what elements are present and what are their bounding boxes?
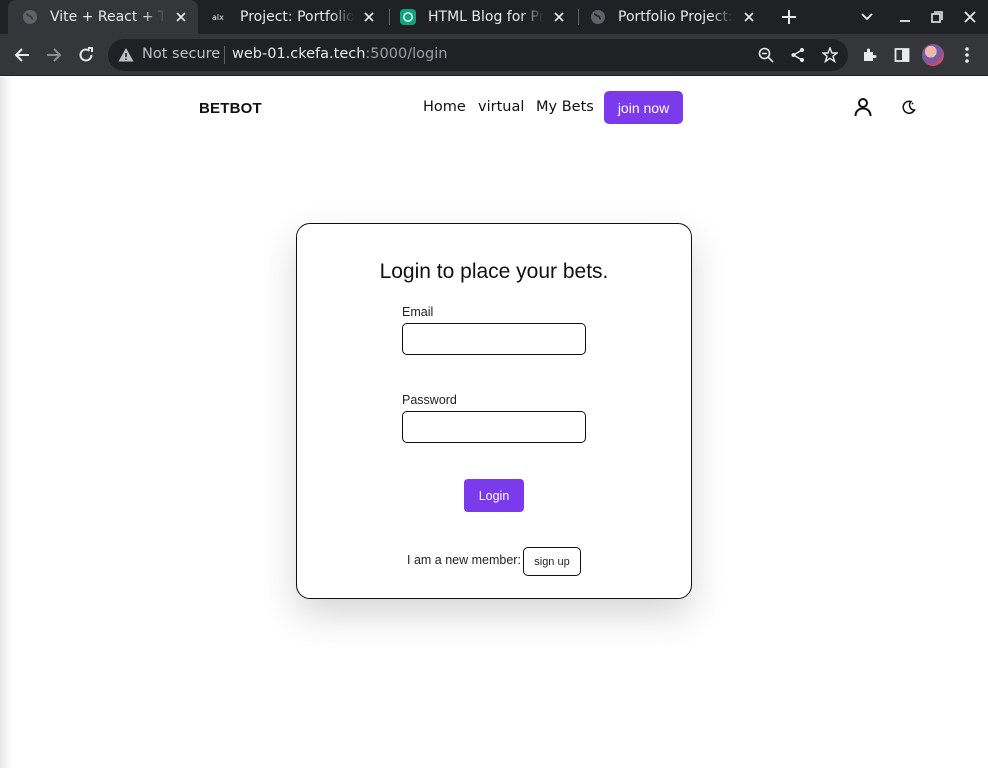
- minimize-window-icon[interactable]: [888, 0, 922, 34]
- sign-up-button[interactable]: sign up: [523, 547, 581, 576]
- address-bar[interactable]: Not secure web-01.ckefa.tech:5000/login: [108, 39, 848, 71]
- nav-link-home[interactable]: Home: [423, 99, 466, 115]
- login-title: Login to place your bets.: [379, 260, 609, 283]
- forward-arrow-icon[interactable]: [39, 40, 69, 70]
- close-tab-icon[interactable]: [740, 8, 758, 26]
- close-window-icon[interactable]: [953, 0, 987, 34]
- globe-icon: [590, 9, 606, 25]
- login-button[interactable]: Login: [464, 479, 524, 512]
- tab-vite[interactable]: Vite + React + TS: [8, 0, 198, 34]
- tab-title: Project: Portfolio Project: [240, 9, 354, 25]
- alx-icon: alx: [212, 9, 228, 25]
- extensions-puzzle-icon[interactable]: [855, 40, 885, 70]
- tab-separator: [389, 9, 390, 25]
- tab-html-blog[interactable]: HTML Blog for Project: [392, 0, 576, 34]
- zoom-out-icon[interactable]: [756, 45, 776, 65]
- join-now-button[interactable]: join now: [604, 91, 683, 124]
- tab-title: Vite + React + TS: [50, 9, 166, 25]
- tab-separator: [578, 9, 579, 25]
- side-panel-icon[interactable]: [887, 40, 917, 70]
- tab-strip: Vite + React + TS alx Project: Portfolio…: [0, 0, 988, 34]
- tab-project[interactable]: alx Project: Portfolio Project: [202, 0, 386, 34]
- tab-title: HTML Blog for Project: [428, 9, 544, 25]
- browser-menu-kebab-icon[interactable]: [952, 40, 982, 70]
- close-tab-icon[interactable]: [172, 8, 190, 26]
- back-arrow-icon[interactable]: [7, 40, 37, 70]
- url-host: web-01.ckefa.tech: [232, 46, 366, 62]
- user-icon[interactable]: [852, 96, 874, 118]
- omnibox-divider: [224, 46, 225, 64]
- share-icon[interactable]: [788, 45, 808, 65]
- nav-link-my-bets[interactable]: My Bets: [536, 99, 594, 115]
- globe-icon: [22, 9, 38, 25]
- profile-avatar[interactable]: [922, 44, 944, 66]
- login-card: Login to place your bets. Email Password…: [296, 223, 692, 599]
- bookmark-star-icon[interactable]: [820, 45, 840, 65]
- close-tab-icon[interactable]: [360, 8, 378, 26]
- close-tab-icon[interactable]: [550, 8, 568, 26]
- reload-icon[interactable]: [71, 40, 101, 70]
- warning-icon[interactable]: [118, 47, 134, 63]
- url-text[interactable]: web-01.ckefa.tech:5000/login: [232, 46, 447, 62]
- nav-link-virtual[interactable]: virtual: [478, 99, 524, 115]
- openai-icon: [400, 9, 416, 25]
- svg-text:alx: alx: [212, 13, 224, 22]
- restore-window-icon[interactable]: [920, 0, 954, 34]
- password-field[interactable]: [402, 411, 586, 443]
- site-brand-logo[interactable]: BETBOT: [199, 100, 262, 117]
- password-label: Password: [402, 393, 457, 407]
- tab-title: Portfolio Project: Blog: [618, 9, 734, 25]
- new-member-text: I am a new member:: [407, 553, 521, 567]
- new-tab-button[interactable]: [772, 0, 806, 34]
- url-path: :5000/login: [365, 46, 448, 62]
- security-status[interactable]: Not secure: [142, 46, 220, 62]
- page-viewport: BETBOT Home virtual My Bets join now Log…: [0, 77, 988, 768]
- theme-toggle-icon[interactable]: [898, 96, 920, 118]
- tab-search-chevron-icon[interactable]: [850, 0, 884, 34]
- email-field[interactable]: [402, 323, 586, 355]
- email-label: Email: [402, 305, 434, 319]
- page-edge-shadow: [0, 77, 12, 768]
- tab-portfolio-blog[interactable]: Portfolio Project: Blog: [582, 0, 766, 34]
